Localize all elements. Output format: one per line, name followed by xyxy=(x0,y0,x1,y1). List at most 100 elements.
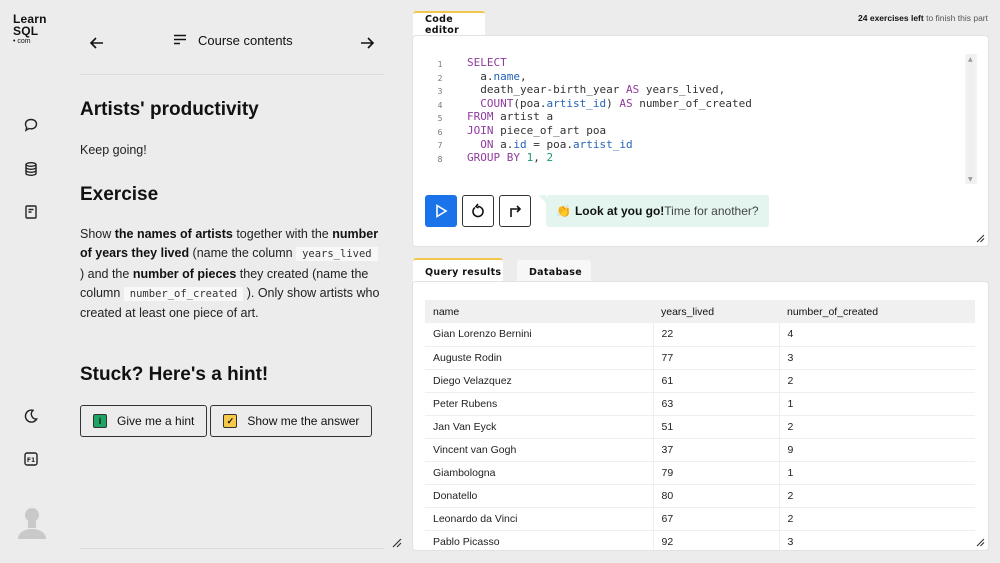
code-token: GROUP BY xyxy=(467,151,520,165)
tab-code-editor[interactable]: Code editor xyxy=(413,11,485,37)
code-token: artist a xyxy=(493,110,554,124)
tab-database-label: Database xyxy=(529,266,582,278)
notes-icon[interactable] xyxy=(22,203,40,221)
code-line: JOIN piece_of_art poa xyxy=(467,124,752,138)
table-row: Leonardo da Vinci 67 2 xyxy=(425,507,975,531)
database-icon[interactable] xyxy=(22,160,40,178)
table-row: Donatello 80 2 xyxy=(425,484,975,508)
scroll-down-icon[interactable]: ▼ xyxy=(968,176,973,183)
resize-handle-icon[interactable] xyxy=(390,536,402,548)
run-query-button[interactable] xyxy=(425,195,457,227)
table-cell: Donatello xyxy=(425,484,654,508)
results-table: name years_lived number_of_created Gian … xyxy=(425,300,975,550)
reset-icon xyxy=(472,203,484,218)
dark-mode-icon[interactable] xyxy=(22,407,40,425)
learnsql-logo[interactable]: Learn SQL • com xyxy=(13,13,47,46)
line-number: 8 xyxy=(437,154,443,164)
table-cell: 61 xyxy=(653,369,780,393)
instruction-text: Show xyxy=(80,227,115,241)
table-cell: 2 xyxy=(779,415,975,439)
table-cell: 1 xyxy=(779,392,975,416)
line-number: 1 xyxy=(437,60,443,69)
instruction-text: ) and the xyxy=(80,266,133,281)
table-cell: 4 xyxy=(779,323,975,347)
code-token: AS xyxy=(619,96,633,110)
code-token: ON xyxy=(480,137,494,151)
tab-query-results-label: Query results xyxy=(425,266,502,278)
resize-handle-icon[interactable] xyxy=(975,233,985,243)
code-token: JOIN xyxy=(467,123,494,137)
code-token: 2 xyxy=(546,151,554,165)
chat-icon[interactable] xyxy=(22,116,40,134)
code-token: id xyxy=(513,137,527,151)
table-cell: 9 xyxy=(779,438,975,462)
app-root: Learn SQL • com F1 Course contents Artis… xyxy=(0,0,1000,563)
code-token: FROM xyxy=(467,110,494,124)
code-token: ) xyxy=(606,96,620,110)
turn-right-arrow-icon xyxy=(510,205,522,217)
exercise-heading: Exercise xyxy=(80,184,159,205)
course-contents-button[interactable]: Course contents xyxy=(172,32,293,48)
line-numbers: 1 2 3 4 5 6 7 8 xyxy=(425,58,455,166)
table-cell: Auguste Rodin xyxy=(425,346,654,370)
keyboard-shortcut-icon[interactable]: F1 xyxy=(22,450,40,468)
menu-icon xyxy=(174,34,186,45)
code-line: a.name, xyxy=(467,70,752,84)
hint-buttons: i Give me a hint ✓ Show me the answer xyxy=(80,405,373,437)
sql-code[interactable]: SELECT a.name, death_year-birth_year AS … xyxy=(467,56,752,165)
code-editor-panel: 12345678 SELECT a.name, death_year-birth… xyxy=(413,36,988,246)
tab-query-results[interactable]: Query results xyxy=(413,258,503,284)
table-cell: 37 xyxy=(653,438,780,462)
play-icon xyxy=(436,204,448,218)
table-row: Pablo Picasso 92 3 xyxy=(425,530,975,550)
code-token: COUNT xyxy=(480,96,514,110)
feedback-message: 👏 Look at you go! Time for another? xyxy=(538,195,769,227)
table-row: Giambologna 79 1 xyxy=(425,461,975,485)
show-answer-button[interactable]: ✓ Show me the answer xyxy=(210,405,373,437)
reset-code-button[interactable] xyxy=(462,195,494,227)
lesson-subtitle: Keep going! xyxy=(80,143,147,157)
code-token: , xyxy=(520,69,527,83)
tab-database[interactable]: Database xyxy=(517,260,591,284)
table-row: Vincent van Gogh 37 9 xyxy=(425,438,975,462)
table-cell: Giambologna xyxy=(425,461,654,485)
column-name-code: years_lived xyxy=(296,247,378,262)
tab-code-editor-label: Code editor xyxy=(425,14,460,36)
exercises-left-note: 24 exercises left to finish this part xyxy=(858,13,988,23)
code-line: COUNT(poa.artist_id) AS number_of_create… xyxy=(467,97,752,111)
table-cell: 67 xyxy=(653,507,780,531)
table-cell: 63 xyxy=(653,392,780,416)
next-exercise-button[interactable] xyxy=(358,34,376,52)
resize-handle-icon[interactable] xyxy=(975,537,985,547)
avatar[interactable] xyxy=(17,505,47,539)
table-cell: 80 xyxy=(653,484,780,508)
table-cell: Vincent van Gogh xyxy=(425,438,654,462)
previous-exercise-button[interactable] xyxy=(88,34,106,52)
scroll-up-icon[interactable]: ▲ xyxy=(968,56,973,63)
code-token: a. xyxy=(493,137,514,151)
table-cell: 1 xyxy=(779,461,975,485)
code-token: piece_of_art poa xyxy=(493,123,607,137)
code-token: SELECT xyxy=(467,56,507,69)
show-answer-label: Show me the answer xyxy=(247,414,360,428)
line-number: 4 xyxy=(437,100,443,110)
code-line: death_year-birth_year AS years_lived, xyxy=(467,83,752,97)
exercises-left-count: 24 exercises left xyxy=(858,13,924,23)
column-header: name xyxy=(425,300,653,323)
editor-scrollbar[interactable]: ▲ ▼ xyxy=(967,54,975,184)
editor-toolbar: 👏 Look at you go! Time for another? xyxy=(425,195,769,227)
give-hint-button[interactable]: i Give me a hint xyxy=(80,405,208,437)
code-editor[interactable]: 12345678 SELECT a.name, death_year-birth… xyxy=(425,54,977,184)
table-cell: 3 xyxy=(779,346,975,370)
instruction-emphasis: number of pieces xyxy=(132,266,237,281)
table-header-row: name years_lived number_of_created xyxy=(425,300,975,323)
line-number: 3 xyxy=(437,87,443,96)
table-cell: Jan Van Eyck xyxy=(425,415,654,439)
line-number: 6 xyxy=(437,127,443,137)
code-area[interactable]: 12345678 SELECT a.name, death_year-birth… xyxy=(425,54,965,184)
next-step-button[interactable] xyxy=(499,195,531,227)
line-number: 7 xyxy=(437,141,443,150)
table-row: Auguste Rodin 77 3 xyxy=(425,346,975,370)
checkmark-icon: ✓ xyxy=(223,414,238,428)
